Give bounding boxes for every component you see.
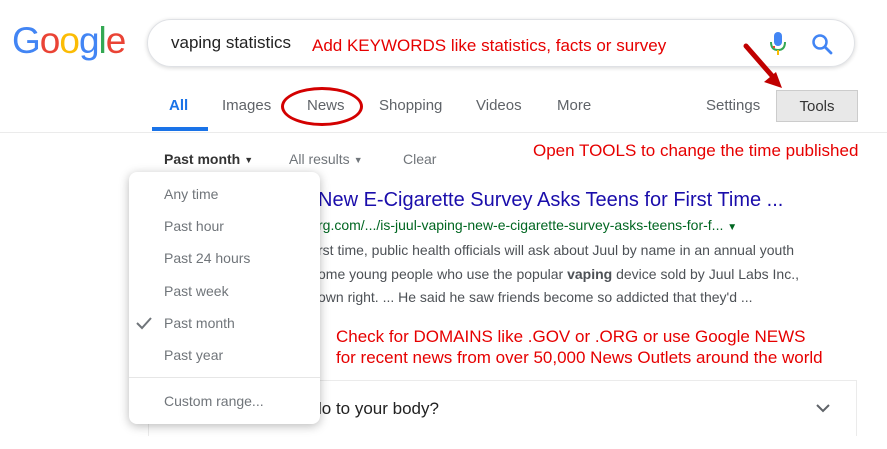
result-url[interactable]: rg.com/.../is-juul-vaping-new-e-cigarett… [318,217,737,233]
search-input[interactable]: vaping statistics [171,33,291,53]
url-caret-icon[interactable]: ▼ [727,222,737,233]
filter-time-label: Past month [164,151,241,167]
tools-button[interactable]: Tools [776,90,858,122]
chevron-down-icon[interactable] [815,400,831,416]
caret-down-icon: ▼ [244,155,254,166]
logo-letter: G [12,20,41,61]
tab-videos[interactable]: Videos [476,97,522,114]
annotation-domains-line2: for recent news from over 50,000 News Ou… [336,348,823,367]
search-icon[interactable] [810,32,834,56]
menu-item-past-month[interactable]: Past month [164,315,235,331]
caret-down-icon: ▼ [353,155,363,166]
menu-item-past-week[interactable]: Past week [164,283,229,299]
tab-more[interactable]: More [557,97,591,114]
news-highlight-circle [281,87,363,126]
tab-images[interactable]: Images [222,97,271,114]
menu-item-custom-range[interactable]: Custom range... [164,393,264,409]
annotation-domains-line1: Check for DOMAINS like .GOV or .ORG or u… [336,327,806,346]
filter-results-dropdown[interactable]: All results ▼ [289,151,363,167]
result-title-link[interactable]: New E-Cigarette Survey Asks Teens for Fi… [318,189,783,212]
result-snippet-line: own right. ... He said he saw friends be… [318,289,753,305]
red-arrow-icon [743,43,782,88]
logo-letter: o [39,20,61,61]
related-question-text[interactable]: lo to your body? [318,399,439,419]
menu-item-past-24-hours[interactable]: Past 24 hours [164,250,250,266]
snippet-keyword: vaping [567,266,613,282]
clear-filters-button[interactable]: Clear [403,151,436,167]
annotation-keywords: Add KEYWORDS like statistics, facts or s… [312,36,667,55]
tab-settings[interactable]: Settings [706,97,760,114]
logo-letter: l [98,20,107,61]
snippet-text: ome young people who use the popular [318,266,568,282]
snippet-text: device sold by Juul Labs Inc., [612,266,799,282]
annotation-tools: Open TOOLS to change the time published [533,141,859,160]
logo-letter: g [78,20,100,61]
menu-divider [129,377,320,378]
tab-shopping[interactable]: Shopping [379,97,442,114]
tab-all[interactable]: All [169,97,188,114]
menu-item-any-time[interactable]: Any time [164,186,218,202]
menu-item-past-hour[interactable]: Past hour [164,218,224,234]
check-icon [136,317,152,330]
filter-time-dropdown[interactable]: Past month ▼ [164,151,253,167]
active-tab-indicator [152,127,208,131]
menu-item-past-year[interactable]: Past year [164,347,223,363]
google-logo[interactable]: Google [12,20,127,62]
filter-results-label: All results [289,151,350,167]
result-snippet-line: ome young people who use the popular vap… [318,266,799,282]
result-snippet-line: rst time, public health officials will a… [318,242,795,258]
nav-divider [0,132,887,133]
annotation-domains: Check for DOMAINS like .GOV or .ORG or u… [336,326,823,368]
logo-letter: o [59,20,80,61]
result-url-text: rg.com/.../is-juul-vaping-new-e-cigarett… [318,217,724,233]
logo-letter: e [105,20,127,61]
